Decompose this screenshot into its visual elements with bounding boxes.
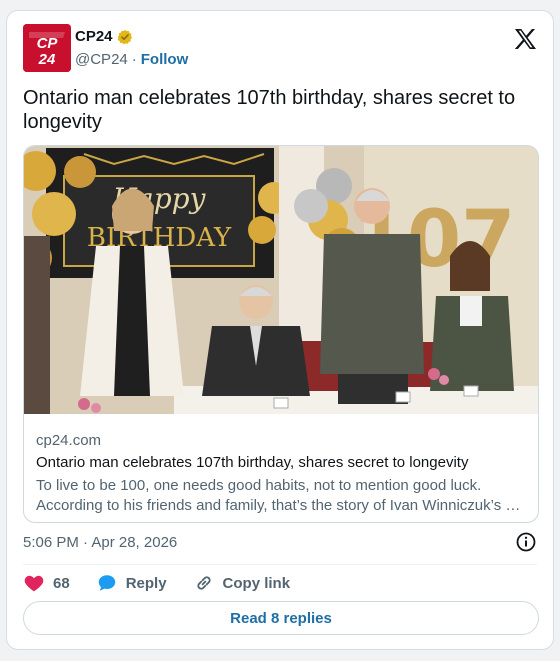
svg-text:CP: CP [37, 35, 59, 52]
like-button[interactable]: 68 [23, 572, 70, 594]
divider [23, 564, 537, 565]
read-replies-button[interactable]: Read 8 replies [23, 601, 539, 635]
link-domain: cp24.com [36, 432, 102, 449]
action-bar: 68 Reply Copy link [23, 571, 290, 595]
author-avatar[interactable]: CP 24 [23, 24, 71, 72]
link-icon [196, 576, 211, 590]
tweet-card: CP 24 CP24 @CP24 · Follow Ontario man ce… [6, 10, 554, 650]
cp24-logo-icon: CP 24 [23, 24, 71, 72]
reply-bubble-icon [98, 575, 115, 591]
author-handle[interactable]: @CP24 [75, 51, 128, 68]
separator-dot: · [131, 51, 137, 68]
reply-label: Reply [125, 574, 167, 592]
copy-link-button[interactable]: Copy link [193, 572, 291, 594]
article-photo: Happy BIRTHDAY 107 [24, 146, 538, 414]
x-logo-icon[interactable] [513, 27, 537, 51]
tweet-timestamp[interactable]: 5:06 PM · Apr 28, 2026 [23, 534, 177, 551]
svg-text:24: 24 [38, 51, 56, 68]
author-name[interactable]: CP24 [75, 28, 113, 45]
heart-icon [24, 575, 44, 592]
follow-button[interactable]: Follow [141, 51, 189, 68]
copy-link-label: Copy link [222, 574, 291, 592]
reply-button[interactable]: Reply [96, 572, 167, 594]
link-description-line-1: To live to be 100, one needs good habits… [36, 477, 482, 494]
author-name-row: CP24 [75, 28, 133, 45]
link-description-line-2: According to his friends and family, tha… [36, 497, 521, 514]
verified-badge-icon [117, 29, 133, 45]
link-description: To live to be 100, one needs good habits… [36, 476, 526, 516]
info-icon[interactable] [515, 531, 537, 553]
link-title: Ontario man celebrates 107th birthday, s… [36, 454, 469, 471]
tweet-text: Ontario man celebrates 107th birthday, s… [23, 87, 516, 133]
link-preview-card[interactable]: Happy BIRTHDAY 107 cp24.com Ontario man … [23, 145, 539, 523]
like-count: 68 [53, 574, 70, 592]
author-handle-row: @CP24 · Follow [75, 51, 188, 68]
